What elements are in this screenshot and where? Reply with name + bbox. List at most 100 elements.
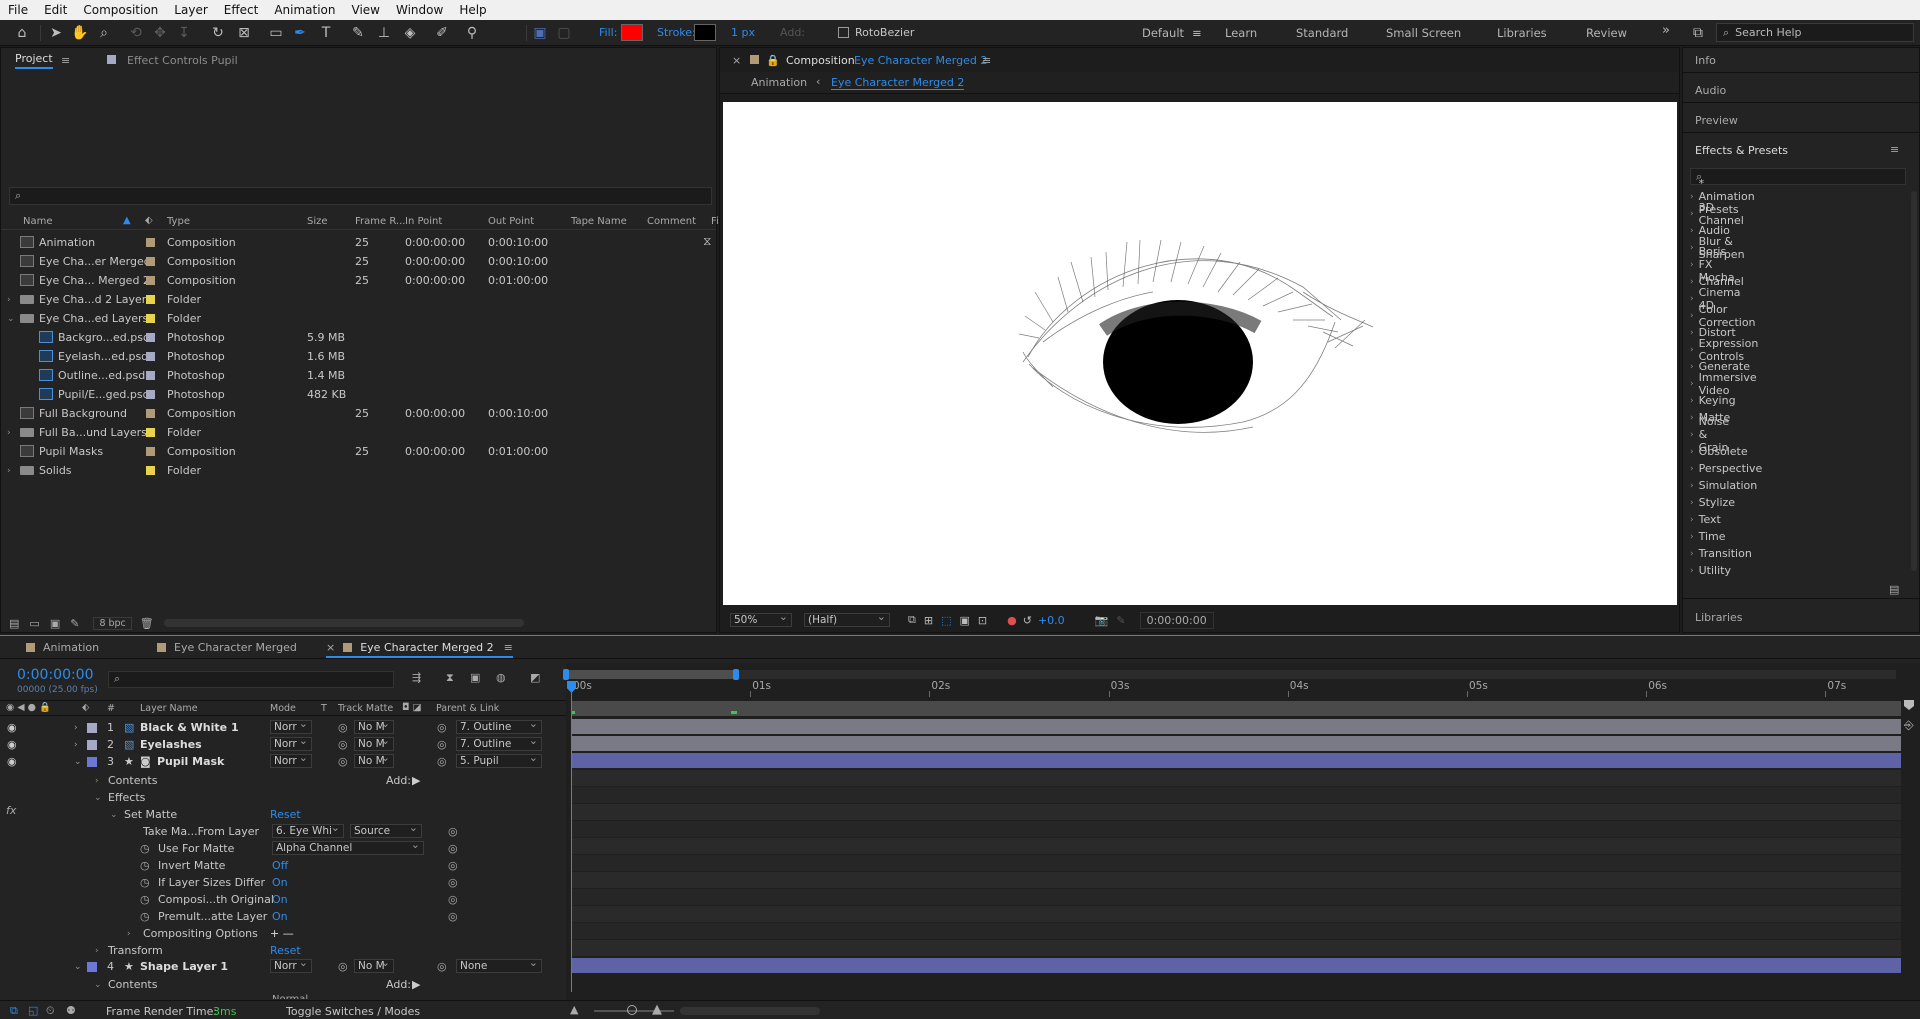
effects-category[interactable]: › Keying	[1690, 392, 1736, 409]
breadcrumb-parent[interactable]: Animation	[751, 76, 807, 89]
add-icon[interactable]: ▶	[412, 978, 420, 991]
layer-row[interactable]: ◉›2▧EyelashesNorr◎No M◎7. Outline	[0, 734, 566, 753]
more-workspaces-icon[interactable]: »	[1662, 23, 1670, 38]
label-swatch[interactable]	[146, 428, 155, 437]
pick-whip-icon[interactable]: ◎	[448, 859, 458, 872]
panel-menu-icon[interactable]: ≡	[504, 641, 513, 654]
tool-creates-shape-icon[interactable]: ▣	[530, 23, 550, 43]
parent-pick-whip-icon[interactable]: ◎	[437, 755, 447, 768]
expand-arrow-icon[interactable]: ›	[7, 428, 11, 438]
label-swatch[interactable]	[146, 371, 155, 380]
label-swatch[interactable]	[146, 409, 155, 418]
project-item[interactable]: › Full Ba...und Layers Folder	[1, 423, 707, 442]
trash-icon[interactable]: 🗑	[140, 617, 154, 630]
chevron-right-icon[interactable]: ›	[74, 723, 78, 733]
stroke-width[interactable]: 1 px	[731, 26, 755, 39]
search-help-field[interactable]: ⌕ Search Help	[1716, 23, 1914, 42]
pick-whip-icon[interactable]: ◎	[448, 842, 458, 855]
label-column-icon[interactable]: ⬖	[145, 215, 153, 226]
transfer-controls-icon[interactable]: ◱	[28, 1004, 38, 1017]
project-settings-icon[interactable]: ✎	[70, 617, 79, 630]
zoom-dropdown[interactable]: 50%	[730, 610, 792, 627]
viewer-timecode[interactable]: 0:00:00:00	[1139, 611, 1214, 629]
expand-arrow-icon[interactable]: ›	[7, 295, 11, 305]
zoom-out-icon[interactable]: ▲	[570, 1003, 578, 1016]
composition-viewer[interactable]	[723, 102, 1677, 605]
label-swatch[interactable]	[146, 257, 155, 266]
zoom-tool-icon[interactable]: ⌕	[94, 23, 114, 43]
project-item[interactable]: Eye Cha...er Merged Composition 25 0:00:00:…	[1, 252, 707, 271]
in-out-stretch-icon[interactable]: ⏲	[46, 1004, 55, 1018]
pen-tool-icon[interactable]: ✒	[290, 23, 310, 43]
render-time-icon[interactable]: ⚉	[66, 1004, 76, 1017]
close-tab-icon[interactable]: ×	[326, 641, 335, 654]
label-swatch[interactable]	[146, 447, 155, 456]
effects-category[interactable]: › Time	[1690, 528, 1726, 545]
home-icon[interactable]: ⌂	[12, 23, 32, 43]
toggle-switches-modes[interactable]: Toggle Switches / Modes	[286, 1005, 420, 1018]
stopwatch-icon[interactable]: ◷	[140, 893, 150, 906]
panel-libraries[interactable]: Libraries	[1695, 611, 1743, 624]
layer-label-swatch[interactable]	[87, 723, 97, 733]
layer-bar-4[interactable]	[571, 958, 1901, 973]
project-item[interactable]: ⌄ Eye Cha...ed Layers Folder	[1, 309, 707, 328]
menu-effect[interactable]: Effect	[216, 3, 267, 17]
sync-settings-icon[interactable]: ⧉	[1688, 23, 1708, 43]
layer-label-swatch[interactable]	[87, 962, 97, 972]
eye-visibility-icon[interactable]: ◉	[7, 738, 17, 751]
snapshot-icon[interactable]: 📷	[1095, 614, 1109, 627]
frame-blending-icon[interactable]: ◍	[496, 671, 506, 684]
work-area-bar[interactable]	[571, 701, 1901, 716]
flowchart-icon[interactable]: ⧖	[703, 234, 711, 249]
project-search-input[interactable]: ⌕	[9, 187, 712, 205]
pick-whip-icon[interactable]: ◎	[448, 893, 458, 906]
pick-whip-icon[interactable]: ◎	[448, 825, 458, 838]
workspace-menu-icon[interactable]: ≡	[1192, 26, 1202, 40]
track-matte-dropdown[interactable]: No M	[354, 717, 394, 734]
pick-whip-icon[interactable]: ◎	[338, 755, 348, 768]
parent-pick-whip-icon[interactable]: ◎	[437, 721, 447, 734]
track-matte-dropdown[interactable]: No M	[354, 734, 394, 751]
sort-ascending-icon[interactable]: ▲	[123, 215, 131, 226]
menu-window[interactable]: Window	[388, 3, 451, 17]
layer-mode-dropdown[interactable]: Norr	[270, 717, 312, 734]
pick-whip-icon[interactable]: ◎	[448, 876, 458, 889]
menu-help[interactable]: Help	[451, 3, 494, 17]
menu-composition[interactable]: Composition	[75, 3, 166, 17]
add-icon[interactable]: ▶	[412, 774, 420, 787]
stopwatch-icon[interactable]: ◷	[140, 876, 150, 889]
timeline-scrollbar[interactable]	[680, 1007, 820, 1015]
fill-swatch[interactable]	[621, 24, 643, 41]
puppet-pin-icon[interactable]: ⚲	[462, 23, 482, 43]
workspace-standard[interactable]: Standard	[1296, 26, 1348, 40]
label-swatch[interactable]	[146, 314, 155, 323]
layer-row[interactable]: ◉›1▧Black & White 1Norr◎No M◎7. Outline	[0, 717, 566, 736]
roto-brush-icon[interactable]: ✐	[432, 23, 452, 43]
parent-pick-whip-icon[interactable]: ◎	[437, 738, 447, 751]
project-item[interactable]: Outline...ed.psd Photoshop 1.4 MB	[1, 366, 707, 385]
label-swatch[interactable]	[146, 466, 155, 475]
parent-dropdown[interactable]: 7. Outline	[456, 734, 542, 751]
dolly-camera-icon[interactable]: ↧	[174, 23, 194, 43]
menu-view[interactable]: View	[344, 3, 388, 17]
rotobezier-checkbox[interactable]	[838, 27, 849, 38]
region-of-interest-icon[interactable]: ▣	[959, 614, 969, 627]
chevron-right-icon[interactable]: ›	[74, 740, 78, 750]
clone-stamp-icon[interactable]: ⊥	[374, 23, 394, 43]
effects-category[interactable]: › Noise & Grain	[1690, 415, 1729, 454]
current-time-display[interactable]: 0:00:00:00	[17, 667, 94, 683]
eraser-tool-icon[interactable]: ◈	[400, 23, 420, 43]
track-matte-dropdown[interactable]: No M	[354, 751, 394, 768]
layer-row[interactable]: ⌄4★Shape Layer 1Norr◎No M◎None	[0, 956, 566, 975]
pick-whip-icon[interactable]: ◎	[338, 960, 348, 973]
layer-mode-dropdown[interactable]: Norr	[270, 734, 312, 751]
exposure-reset-icon[interactable]: ↺	[1023, 614, 1032, 627]
label-swatch[interactable]	[146, 352, 155, 361]
panel-audio[interactable]: Audio	[1695, 84, 1726, 97]
label-swatch[interactable]	[146, 276, 155, 285]
layer-bar-2[interactable]	[571, 736, 1901, 751]
close-tab-icon[interactable]: ×	[732, 54, 741, 67]
label-swatch[interactable]	[146, 390, 155, 399]
show-snapshot-icon[interactable]: ✎	[1116, 614, 1125, 627]
grid-guides-icon[interactable]: ⊡	[978, 614, 987, 627]
